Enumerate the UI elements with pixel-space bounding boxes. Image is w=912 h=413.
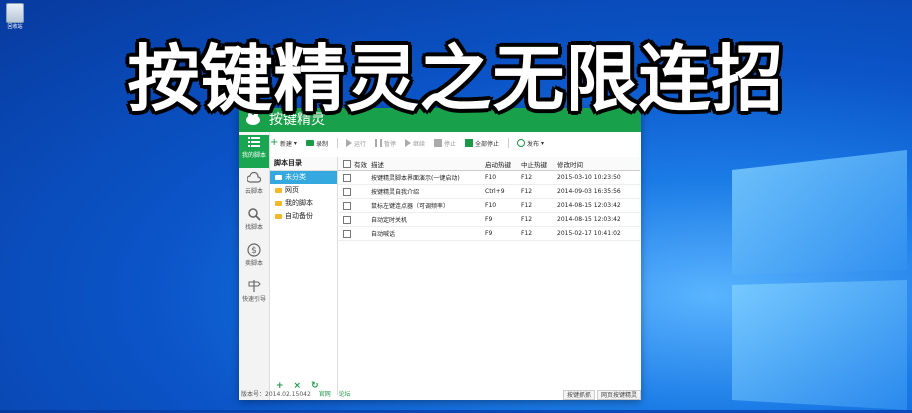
status-bar: 版本号：2014.02.15042 官网 论坛 <box>241 389 351 398</box>
video-camera-icon <box>305 140 314 146</box>
signpost-icon <box>248 280 261 292</box>
cell-hotkey: F10 <box>485 202 497 209</box>
column-header[interactable]: 描述 <box>371 159 485 169</box>
table-row[interactable]: 自动定时关机 F9 F12 2014-08-15 12:03:42 <box>338 213 640 227</box>
folder-icon <box>275 201 282 206</box>
stop-icon <box>434 139 442 147</box>
column-header[interactable]: 启动热键 <box>485 159 521 169</box>
resume-button[interactable]: 继续 <box>404 139 425 148</box>
version-label: 版本号：2014.02.15042 <box>241 391 311 398</box>
app-window: 按键精灵 我的脚本 云脚本 找脚本 $ 卖脚本 快速引导 + 新建 ▾ 录制 运… <box>239 108 641 400</box>
cell-description: 自动喊话 <box>371 231 396 238</box>
pause-icon <box>374 139 382 147</box>
row-checkbox[interactable] <box>343 201 351 210</box>
cell-modified: 2015-02-17 10:41:02 <box>557 230 621 237</box>
search-icon <box>248 208 261 221</box>
cell-modified: 2014-08-15 12:03:42 <box>557 202 621 209</box>
column-header[interactable]: 修改时间 <box>557 159 637 169</box>
cell-hotkey: F9 <box>485 230 493 237</box>
script-table: 有效 描述 启动热键 中止热键 修改时间 按键精灵脚本界面演示(一键启动) F1… <box>338 157 640 395</box>
cell-stop-key: F12 <box>521 188 533 195</box>
toolbar-divider <box>508 138 510 148</box>
sidebar-item-find-scripts[interactable]: 找脚本 <box>239 207 269 240</box>
cell-description: 按键精灵脚本界面演示(一键启动) <box>371 175 460 182</box>
bottom-tabs: 按键抓抓 网页按键精灵 <box>561 390 641 400</box>
sidebar-item-label: 卖脚本 <box>244 260 263 267</box>
list-icon <box>248 137 260 147</box>
video-headline: 按键精灵之无限连招 <box>127 37 785 121</box>
table-row[interactable]: 按键精灵脚本界面演示(一键启动) F10 F12 2015-03-10 10:2… <box>338 171 640 185</box>
cloud-icon <box>247 171 261 183</box>
table-row[interactable]: 按键精灵自我介绍 Ctrl+9 F12 2014-09-03 16:35:56 <box>338 185 640 199</box>
cell-modified: 2014-09-03 16:35:56 <box>557 188 621 195</box>
new-button[interactable]: + 新建 ▾ <box>270 137 297 148</box>
cell-description: 鼠标左键连点器（可调频率） <box>371 203 450 210</box>
sidebar-item-sell-scripts[interactable]: $ 卖脚本 <box>239 243 269 276</box>
play-icon <box>345 139 352 147</box>
publish-button[interactable]: 发布 ▾ <box>517 139 544 148</box>
stop-button[interactable]: 停止 <box>434 139 456 148</box>
directory-header: 脚本目录 <box>270 157 337 171</box>
cell-stop-key: F12 <box>521 216 533 223</box>
table-header: 有效 描述 启动热键 中止热键 修改时间 <box>338 157 640 171</box>
run-button[interactable]: 运行 <box>345 139 366 148</box>
pause-button[interactable]: 暂停 <box>374 139 396 148</box>
table-row[interactable]: 鼠标左键连点器（可调频率） F10 F12 2014-08-15 12:03:4… <box>338 199 640 213</box>
sidebar: 我的脚本 云脚本 找脚本 $ 卖脚本 快速引导 <box>239 132 270 400</box>
svg-text:$: $ <box>251 246 257 256</box>
select-all-checkbox[interactable] <box>343 159 351 168</box>
column-header: 有效 <box>354 160 367 169</box>
cell-description: 自动定时关机 <box>371 217 408 224</box>
row-checkbox[interactable] <box>343 215 351 224</box>
cell-stop-key: F12 <box>521 230 533 237</box>
cell-description: 按键精灵自我介绍 <box>371 189 420 196</box>
resume-icon <box>404 139 411 147</box>
sidebar-item-label: 我的脚本 <box>241 152 266 159</box>
publish-icon <box>517 139 526 147</box>
row-checkbox[interactable] <box>343 173 351 182</box>
sidebar-item-label: 快速引导 <box>241 296 266 303</box>
tab-web-keywizard[interactable]: 网页按键精灵 <box>596 390 641 400</box>
stop-all-icon <box>465 139 474 147</box>
cell-hotkey: Ctrl+9 <box>485 188 505 195</box>
folder-icon <box>275 175 282 180</box>
sidebar-item-my-scripts[interactable]: 我的脚本 <box>239 135 269 168</box>
table-row[interactable]: 自动喊话 F9 F12 2015-02-17 10:41:02 <box>338 227 640 241</box>
dir-item-web[interactable]: 网页 <box>270 184 337 197</box>
dollar-icon: $ <box>247 243 261 257</box>
cell-modified: 2014-08-15 12:03:42 <box>557 216 621 223</box>
dir-item-my-scripts[interactable]: 我的脚本 <box>270 197 337 210</box>
folder-icon <box>275 188 282 193</box>
cell-stop-key: F12 <box>521 202 533 209</box>
sidebar-item-cloud-scripts[interactable]: 云脚本 <box>239 171 269 204</box>
toolbar: + 新建 ▾ 录制 运行 暂停 继续 停止 全部停止 发布 ▾ <box>270 136 641 150</box>
tab-key-grabber[interactable]: 按键抓抓 <box>562 390 595 400</box>
sidebar-item-label: 云脚本 <box>244 188 263 195</box>
cell-hotkey: F10 <box>485 174 497 181</box>
windows-logo <box>622 150 912 410</box>
cell-modified: 2015-03-10 10:23:50 <box>557 174 621 181</box>
sidebar-item-quick-guide[interactable]: 快速引导 <box>239 279 269 312</box>
official-site-link[interactable]: 官网 <box>319 391 331 398</box>
cell-stop-key: F12 <box>521 174 533 181</box>
dir-item-uncategorized[interactable]: 未分类 <box>270 171 337 184</box>
forum-link[interactable]: 论坛 <box>339 391 351 398</box>
row-checkbox[interactable] <box>343 187 351 196</box>
sidebar-item-label: 找脚本 <box>244 224 263 231</box>
row-checkbox[interactable] <box>343 229 351 238</box>
plus-icon: + <box>270 137 279 148</box>
record-button[interactable]: 录制 <box>305 139 328 148</box>
script-directory: 脚本目录 未分类 网页 我的脚本 自动备份 + × ↻ <box>270 157 338 395</box>
toolbar-divider <box>336 138 338 148</box>
cell-hotkey: F9 <box>485 216 493 223</box>
folder-icon <box>275 214 282 219</box>
column-header[interactable]: 中止热键 <box>521 159 557 169</box>
stop-all-button[interactable]: 全部停止 <box>465 139 499 148</box>
dir-item-auto-backup[interactable]: 自动备份 <box>270 210 337 223</box>
